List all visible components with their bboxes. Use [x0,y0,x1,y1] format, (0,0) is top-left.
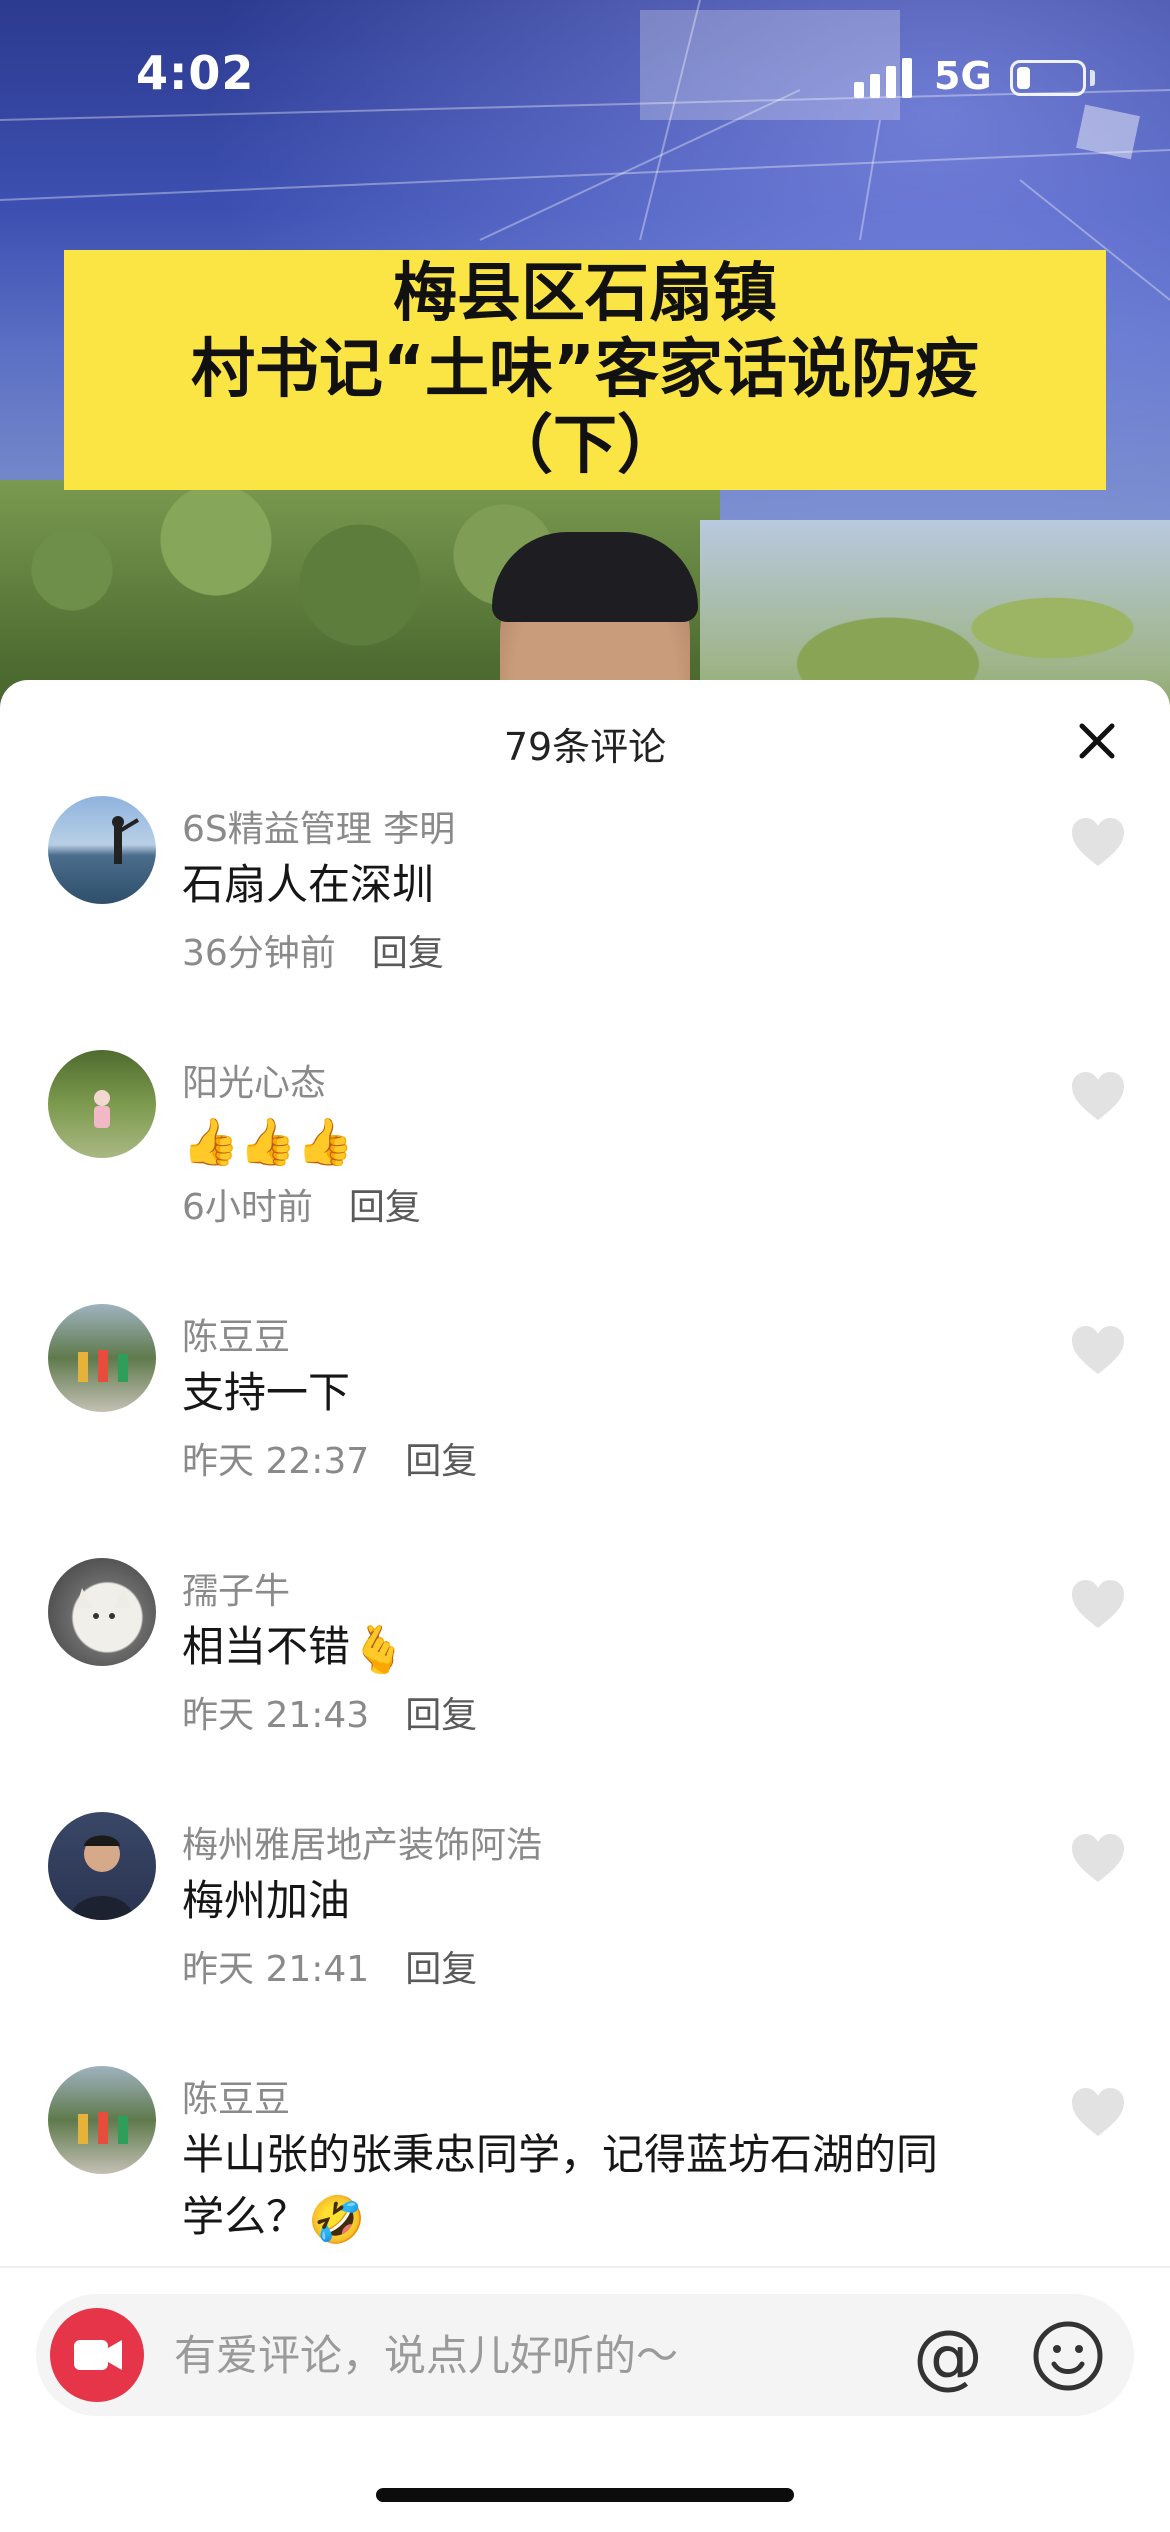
comment-item: 6S精益管理 李明 石扇人在深圳 36分钟前 回复 [0,796,1170,1046]
video-title-line-1: 梅县区石扇镇 [393,257,777,331]
battery-tip [1090,70,1095,86]
avatar-figure [78,1350,128,1382]
video-title-line-3: （下） [489,409,681,483]
signal-icon [854,58,912,98]
comments-count-title: 79条评论 [503,725,667,769]
reply-button[interactable]: 回复 [405,1432,477,1484]
avatar[interactable] [48,1050,156,1158]
home-indicator[interactable] [376,2488,794,2502]
screen: 4:02 5G 梅县区石扇镇 村书记“土味”客家话说防疫 （下） 79条评论 6… [0,0,1170,2532]
avatar-figure [112,816,140,864]
thumbs-up-emoji: 👍👍👍 [182,1114,354,1169]
comment-text: 👍👍👍 [182,1108,1042,1173]
avatar-figure [76,1588,130,1619]
comment-input[interactable] [174,2320,874,2390]
comment-username[interactable]: 6S精益管理 李明 [182,800,455,852]
heart-icon[interactable] [1070,1832,1126,1884]
video-title-banner: 梅县区石扇镇 村书记“土味”客家话说防疫 （下） [64,250,1106,490]
mention-button[interactable]: @ [908,2316,988,2396]
avatar-figure [78,2112,128,2144]
laughing-emoji: 🤣 [308,2192,366,2247]
comment-username[interactable]: 阳光心态 [182,1054,326,1106]
comment-item: 陈豆豆 支持一下 昨天 22:37 回复 [0,1304,1170,1554]
comment-item: 孺子牛 相当不错🫰 昨天 21:43 回复 [0,1558,1170,1808]
comment-time: 6小时前 [182,1187,313,1228]
heart-icon[interactable] [1070,2086,1126,2138]
reply-button[interactable]: 回复 [405,1686,477,1738]
comment-text-line-2: 学么？🤣 [182,2186,1042,2251]
comment-username[interactable]: 梅州雅居地产装饰阿浩 [182,1816,542,1868]
comment-meta: 36分钟前 回复 [182,924,444,976]
heart-icon[interactable] [1070,1324,1126,1376]
comment-text: 相当不错🫰 [182,1616,1042,1681]
status-bar: 4:02 5G [0,0,1170,150]
comment-username[interactable]: 孺子牛 [182,1562,290,1614]
emoji-icon[interactable] [1030,2318,1106,2394]
video-comment-button[interactable] [50,2308,144,2402]
comment-time: 昨天 22:37 [182,1441,370,1482]
status-time: 4:02 [136,46,255,100]
reply-button[interactable]: 回复 [349,1178,421,1230]
avatar[interactable] [48,1304,156,1412]
avatar[interactable] [48,796,156,904]
avatar-figure [70,1835,134,1920]
video-camera-icon [74,2340,122,2370]
comment-text: 石扇人在深圳 [182,860,435,909]
comment-username[interactable]: 陈豆豆 [182,1308,290,1360]
avatar[interactable] [48,1558,156,1666]
speaker-hair [492,532,698,622]
comment-meta: 昨天 22:37 回复 [182,1432,477,1484]
comment-text: 支持一下 [182,1368,351,1417]
comment-time: 昨天 21:43 [182,1695,370,1736]
network-type: 5G [934,54,992,98]
heart-icon[interactable] [1070,816,1126,868]
comment-username[interactable]: 陈豆豆 [182,2070,290,2122]
comment-input-container[interactable]: @ [36,2294,1134,2416]
heart-icon[interactable] [1070,1070,1126,1122]
heart-hand-emoji: 🫰 [350,1622,408,1677]
comment-time: 昨天 21:41 [182,1949,370,1990]
comment-meta: 6小时前 回复 [182,1178,421,1230]
reply-button[interactable]: 回复 [372,924,444,976]
battery-icon [1010,60,1086,96]
heart-icon[interactable] [1070,1578,1126,1630]
comments-sheet: 79条评论 6S精益管理 李明 石扇人在深圳 36分钟前 回复 阳光心态 👍👍👍… [0,680,1170,2532]
comment-text: 半山张的张秉忠同学，记得蓝坊石湖的同 [182,2130,939,2179]
comment-text: 梅州加油 [182,1876,351,1925]
comment-text-content: 学么？ [182,2192,309,2241]
battery-level [1017,67,1030,89]
comment-time: 36分钟前 [182,933,336,974]
avatar[interactable] [48,2066,156,2174]
comment-item: 梅州雅居地产装饰阿浩 梅州加油 昨天 21:41 回复 [0,1812,1170,2062]
avatar-figure [94,1090,110,1128]
avatar[interactable] [48,1812,156,1920]
reply-button[interactable]: 回复 [405,1940,477,1992]
comment-meta: 昨天 21:41 回复 [182,1940,477,1992]
comment-text-content: 相当不错 [182,1622,351,1671]
comment-item: 阳光心态 👍👍👍 6小时前 回复 [0,1050,1170,1300]
close-icon[interactable] [1074,718,1120,764]
video-title-line-2: 村书记“土味”客家话说防疫 [190,333,980,407]
comment-meta: 昨天 21:43 回复 [182,1686,477,1738]
